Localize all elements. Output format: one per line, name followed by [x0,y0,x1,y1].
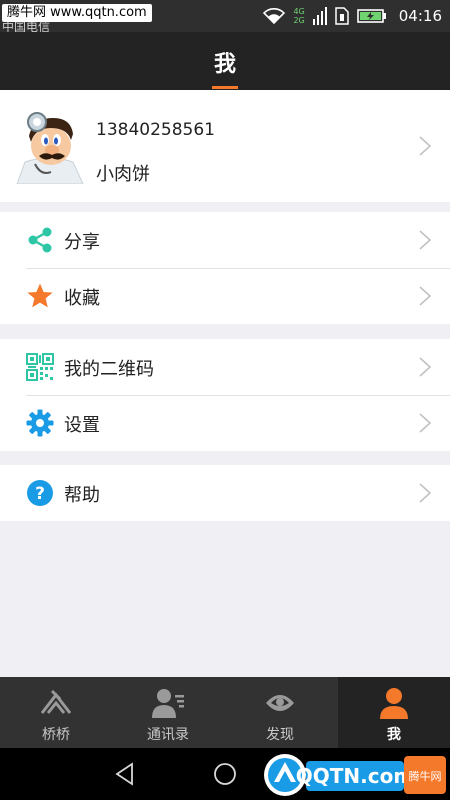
profile-card[interactable]: 13840258561 小肉饼 [0,90,450,202]
menu-item-label: 分享 [64,232,100,253]
menu-item-qr-code[interactable]: 我的二维码 [0,339,450,395]
tab-me[interactable]: 我 [338,677,450,748]
signal-icon [312,7,327,25]
menu-item-label: 我的二维码 [64,359,154,380]
tab-contacts[interactable]: 通讯录 [112,677,224,748]
clock: 04:16 [398,7,442,25]
tab-qiaoqiao[interactable]: 桥桥 [0,677,112,748]
menu-group-3: ? 帮助 [0,465,450,521]
star-icon [27,283,53,308]
help-icon: ? [27,480,53,506]
tab-label: 通讯录 [147,727,189,743]
menu-group-2: 我的二维码 设置 [0,339,450,451]
menu-item-label: 收藏 [64,288,100,309]
qr-code-icon [26,353,54,381]
watermark-logo: QQTN.com 腾牛网 [264,754,446,796]
network-type: 4G 2G [293,7,305,25]
watermark-text: 腾牛网 www.qqtn.com [2,4,152,22]
tab-discover[interactable]: 发现 [224,677,336,748]
gear-icon [26,409,54,437]
chevron-right-icon [419,413,432,433]
menu-item-share[interactable]: 分享 [0,212,450,268]
chevron-right-icon [419,230,432,250]
contacts-icon [152,689,184,718]
sim-icon [335,7,349,25]
chevron-right-icon [419,286,432,306]
bottom-tab-bar: 桥桥 通讯录 发现 我 [0,677,450,748]
tab-label: 我 [387,727,401,743]
menu-item-favorites[interactable]: 收藏 [0,268,450,324]
share-icon [28,227,52,253]
discover-eye-icon [266,695,294,711]
menu-item-label: 帮助 [64,485,100,506]
home-icon[interactable] [212,761,238,787]
watermark-logo-text: QQTN.com [296,764,414,788]
chevron-right-icon [419,357,432,377]
status-bar: 中国电信 腾牛网 www.qqtn.com 4G 2G 04:16 [0,0,450,34]
tab-label: 发现 [266,727,294,743]
status-icons: 4G 2G 04:16 [263,4,442,28]
svg-text:?: ? [35,484,45,504]
profile-phone: 13840258561 [96,120,215,140]
person-icon [380,688,408,719]
tab-label: 桥桥 [42,727,70,743]
menu-item-label: 设置 [64,415,100,436]
wifi-icon [263,8,286,24]
page-title: 我 [213,52,236,77]
menu-item-settings[interactable]: 设置 [0,395,450,451]
profile-nickname: 小肉饼 [96,164,150,185]
avatar [11,106,87,184]
header: 我 [0,32,450,90]
title-underline [212,86,238,89]
watermark-logo-badge: 腾牛网 [409,769,442,783]
chevron-right-icon [419,483,432,503]
menu-group-1: 分享 收藏 [0,212,450,324]
bridge-icon [40,689,72,714]
chevron-right-icon [419,136,432,156]
menu-item-help[interactable]: ? 帮助 [0,465,450,521]
back-icon[interactable] [112,761,138,787]
battery-icon [356,9,386,23]
